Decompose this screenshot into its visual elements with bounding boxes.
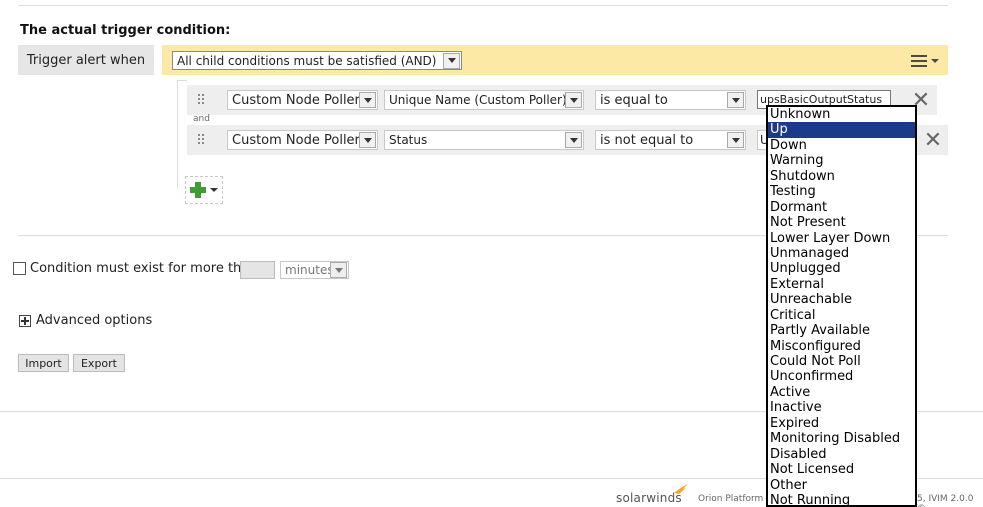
remove-condition-2-button[interactable]: ✕ [918, 125, 948, 155]
condition-1-entity-value: Custom Node Poller [232, 92, 359, 108]
dropdown-option[interactable]: Misconfigured [768, 339, 915, 354]
footer-version-text: 5, IVIM 2.0.0 © [917, 494, 974, 507]
trigger-mode-value: All child conditions must be satisfied (… [177, 53, 437, 68]
condition-2-field-value: Status [389, 133, 428, 147]
dropdown-option[interactable]: External [768, 277, 915, 292]
dropdown-option[interactable]: Active [768, 385, 915, 400]
condition-exist-label: Condition must exist for more than [30, 261, 258, 276]
chevron-down-icon [330, 262, 347, 278]
condition-2-field-select[interactable]: Status [384, 130, 584, 150]
caret-down-icon [931, 59, 939, 63]
dropdown-option[interactable]: Not Running [768, 493, 915, 505]
condition-2-operator-select[interactable]: is not equal to [595, 130, 746, 150]
dropdown-option[interactable]: Inactive [768, 400, 915, 415]
advanced-options-toggle[interactable]: Advanced options [36, 313, 152, 328]
plus-square-icon[interactable] [19, 315, 31, 327]
dropdown-option[interactable]: Shutdown [768, 169, 915, 184]
green-plus-icon [190, 182, 206, 198]
dropdown-option[interactable]: Warning [768, 153, 915, 168]
chevron-down-icon [359, 132, 376, 148]
dropdown-option[interactable]: Partly Available [768, 323, 915, 338]
dropdown-option[interactable]: Could Not Poll [768, 354, 915, 369]
dropdown-option[interactable]: Down [768, 138, 915, 153]
export-button[interactable]: Export [73, 354, 125, 372]
chevron-down-icon [727, 132, 744, 148]
condition-1-entity-select[interactable]: Custom Node Poller [227, 90, 378, 110]
top-divider [18, 5, 948, 6]
add-condition-button[interactable] [185, 176, 223, 204]
solarwinds-flame-icon [674, 484, 688, 494]
dropdown-option[interactable]: Critical [768, 308, 915, 323]
caret-down-icon [210, 188, 218, 192]
condition-1-operator-value: is equal to [600, 92, 668, 108]
condition-2-entity-value: Custom Node Poller [232, 132, 359, 148]
condition-exist-checkbox[interactable] [13, 262, 26, 275]
dropdown-option[interactable]: Unconfirmed [768, 369, 915, 384]
group-bracket-tick [177, 80, 187, 81]
condition-exist-unit-value: minutes [285, 263, 330, 277]
drag-handle-icon[interactable] [198, 134, 206, 146]
chevron-down-icon [565, 132, 582, 148]
chevron-down-icon [443, 52, 460, 69]
chevron-down-icon [359, 92, 376, 108]
dropdown-option[interactable]: Other [768, 478, 915, 493]
trigger-mode-select[interactable]: All child conditions must be satisfied (… [172, 51, 462, 70]
dropdown-option[interactable]: Not Licensed [768, 462, 915, 477]
dropdown-option[interactable]: Dormant [768, 200, 915, 215]
condition-1-field-select[interactable]: Unique Name (Custom Poller) [384, 90, 584, 110]
condition-exist-unit-select[interactable]: minutes [280, 261, 349, 279]
status-dropdown-list[interactable]: Unknown Up Down Warning Shutdown Testing Dorma… [766, 105, 917, 507]
dropdown-option[interactable]: Monitoring Disabled [768, 431, 915, 446]
import-button[interactable]: Import [18, 354, 69, 372]
dropdown-option[interactable]: Up [768, 122, 915, 138]
chevron-down-icon [565, 92, 582, 108]
condition-1-operator-select[interactable]: is equal to [595, 90, 746, 110]
dropdown-option[interactable]: Unplugged [768, 261, 915, 276]
conjunction-label: and [193, 114, 210, 124]
dropdown-option[interactable]: Unreachable [768, 292, 915, 307]
chevron-down-icon [727, 92, 744, 108]
dropdown-option[interactable]: Unmanaged [768, 246, 915, 261]
dropdown-option[interactable]: Unknown [768, 107, 915, 122]
drag-handle-icon[interactable] [198, 94, 206, 106]
condition-2-operator-value: is not equal to [600, 132, 694, 148]
condition-1-field-value: Unique Name (Custom Poller) [389, 93, 565, 107]
hamburger-menu-icon [911, 55, 927, 67]
dropdown-option[interactable]: Expired [768, 416, 915, 431]
conditions-menu-button[interactable] [905, 48, 945, 74]
section-heading: The actual trigger condition: [20, 23, 231, 38]
solarwinds-logo: solarwinds [616, 491, 682, 505]
condition-2-entity-select[interactable]: Custom Node Poller [227, 130, 378, 150]
close-x-icon: ✕ [923, 127, 943, 153]
group-bracket [177, 80, 178, 188]
dropdown-option[interactable]: Not Present [768, 215, 915, 230]
condition-exist-duration-input[interactable] [240, 261, 275, 279]
dropdown-option[interactable]: Disabled [768, 447, 915, 462]
dropdown-option[interactable]: Testing [768, 184, 915, 199]
dropdown-option[interactable]: Lower Layer Down [768, 231, 915, 246]
trigger-label: Trigger alert when [18, 45, 154, 75]
